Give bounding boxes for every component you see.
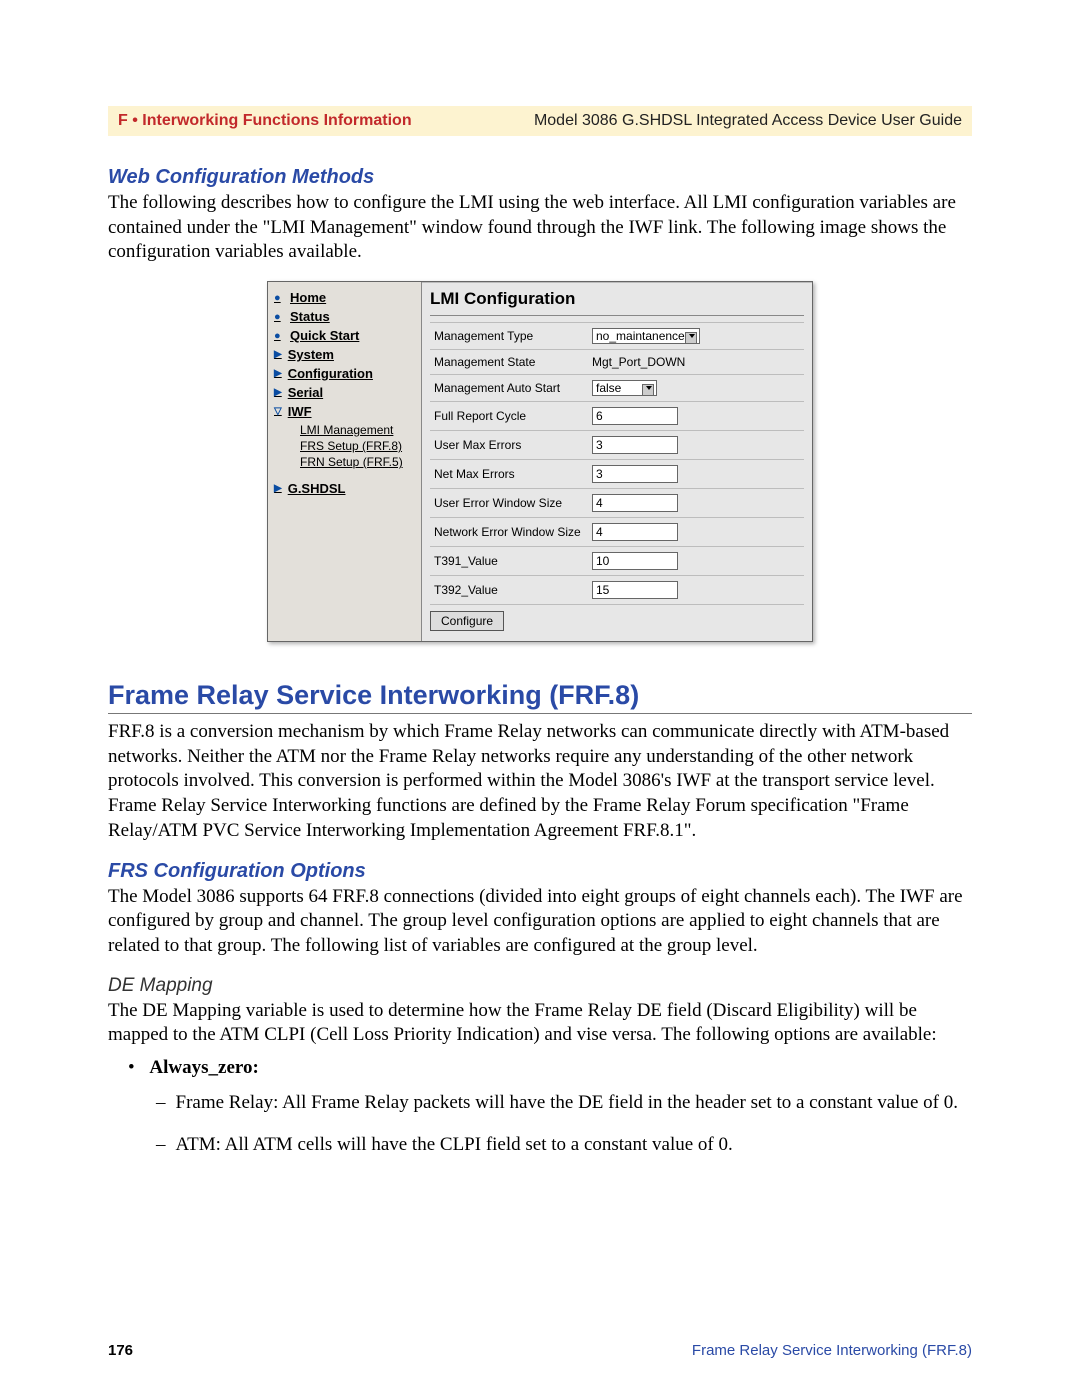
nav-home[interactable]: ● Home: [274, 290, 415, 305]
row-user-max-err: User Max Errors: [430, 431, 804, 460]
nav-system-label: System: [288, 347, 334, 362]
nav-home-label: Home: [290, 290, 326, 305]
section-web-config-body: The following describes how to configure…: [108, 191, 972, 265]
input-net-err-win[interactable]: [592, 523, 678, 541]
bullet-icon: ●: [274, 292, 284, 304]
section-web-config-title: Web Configuration Methods: [108, 166, 972, 189]
nav-iwf-label: IWF: [288, 404, 312, 419]
divider: [430, 315, 804, 316]
nav-gshdsl[interactable]: ▶ G.SHDSL: [274, 481, 415, 496]
row-auto-start: Management Auto Start false: [430, 375, 804, 402]
section-frs-options-title: FRS Configuration Options: [108, 860, 972, 883]
panel-title: LMI Configuration: [430, 289, 804, 315]
chevron-down-icon: [646, 386, 652, 390]
section-frs-options-body: The Model 3086 supports 64 FRF.8 connect…: [108, 885, 972, 959]
triangle-right-icon: ▶: [274, 349, 282, 360]
label-user-err-win: User Error Window Size: [430, 489, 588, 518]
value-mgmt-state: Mgt_Port_DOWN: [588, 350, 804, 375]
lmi-config-screenshot: ● Home ● Status ● Quick Start ▶ System ▶ Conf…: [267, 281, 813, 642]
config-table: Management Type no_maintanence Managemen…: [430, 322, 804, 605]
section-de-mapping-title: DE Mapping: [108, 975, 972, 997]
nav-config-label: Configuration: [288, 366, 373, 381]
input-net-max-err[interactable]: [592, 465, 678, 483]
nav-quick-start[interactable]: ● Quick Start: [274, 328, 415, 343]
section-frf8-body: FRF.8 is a conversion mechanism by which…: [108, 720, 972, 843]
nav-iwf[interactable]: ▽ IWF: [274, 404, 415, 419]
footer-title: Frame Relay Service Interworking (FRF.8): [692, 1342, 972, 1359]
row-net-max-err: Net Max Errors: [430, 460, 804, 489]
triangle-right-icon: ▶: [274, 387, 282, 398]
triangle-down-icon: ▽: [274, 406, 282, 417]
nav-gshdsl-label: G.SHDSL: [288, 481, 346, 496]
nav-sub-frs[interactable]: FRS Setup (FRF.8): [300, 439, 415, 453]
config-panel: LMI Configuration Management Type no_mai…: [422, 282, 812, 641]
nav-sub-frn[interactable]: FRN Setup (FRF.5): [300, 455, 415, 469]
nav-panel: ● Home ● Status ● Quick Start ▶ System ▶ Conf…: [268, 282, 422, 641]
row-user-err-win: User Error Window Size: [430, 489, 804, 518]
bullet-icon: ●: [274, 330, 284, 342]
label-user-max-err: User Max Errors: [430, 431, 588, 460]
row-t391: T391_Value: [430, 547, 804, 576]
input-user-err-win[interactable]: [592, 494, 678, 512]
chevron-down-icon: [689, 334, 695, 338]
section-de-mapping-body: The DE Mapping variable is used to deter…: [108, 999, 972, 1048]
label-mgmt-type: Management Type: [430, 323, 588, 350]
nav-serial[interactable]: ▶ Serial: [274, 385, 415, 400]
bullet-always-zero: Always_zero: Frame Relay: All Frame Rela…: [128, 1054, 972, 1159]
nav-status-label: Status: [290, 309, 330, 324]
select-mgmt-type-value: no_maintanence: [596, 329, 685, 343]
configure-button[interactable]: Configure: [430, 611, 504, 631]
label-net-err-win: Network Error Window Size: [430, 518, 588, 547]
nav-system[interactable]: ▶ System: [274, 347, 415, 362]
nav-sub-lmi[interactable]: LMI Management: [300, 423, 415, 437]
bullet-icon: ●: [274, 311, 284, 323]
nav-status[interactable]: ● Status: [274, 309, 415, 324]
input-t392[interactable]: [592, 581, 678, 599]
input-full-report[interactable]: [592, 407, 678, 425]
row-mgmt-state: Management State Mgt_Port_DOWN: [430, 350, 804, 375]
header-right: Model 3086 G.SHDSL Integrated Access Dev…: [534, 112, 962, 130]
section-frf8-title: Frame Relay Service Interworking (FRF.8): [108, 680, 972, 714]
document-page: F • Interworking Functions Information M…: [0, 0, 1080, 1397]
row-mgmt-type: Management Type no_maintanence: [430, 323, 804, 350]
select-auto-start[interactable]: false: [592, 380, 657, 396]
label-t391: T391_Value: [430, 547, 588, 576]
label-auto-start: Management Auto Start: [430, 375, 588, 402]
label-full-report: Full Report Cycle: [430, 402, 588, 431]
page-footer: 176 Frame Relay Service Interworking (FR…: [108, 1342, 972, 1359]
input-t391[interactable]: [592, 552, 678, 570]
dash-atm: ATM: All ATM cells will have the CLPI fi…: [156, 1131, 972, 1159]
dash-frame-relay: Frame Relay: All Frame Relay packets wil…: [156, 1089, 972, 1117]
page-number: 176: [108, 1342, 133, 1359]
triangle-right-icon: ▶: [274, 368, 282, 379]
bullet-always-zero-label: Always_zero:: [149, 1057, 258, 1078]
label-t392: T392_Value: [430, 576, 588, 605]
nav-quick-label: Quick Start: [290, 328, 359, 343]
select-auto-start-value: false: [596, 381, 621, 395]
input-user-max-err[interactable]: [592, 436, 678, 454]
select-mgmt-type[interactable]: no_maintanence: [592, 328, 700, 344]
row-t392: T392_Value: [430, 576, 804, 605]
bullet-list: Always_zero: Frame Relay: All Frame Rela…: [108, 1054, 972, 1159]
label-mgmt-state: Management State: [430, 350, 588, 375]
label-net-max-err: Net Max Errors: [430, 460, 588, 489]
row-full-report: Full Report Cycle: [430, 402, 804, 431]
dash-list: Frame Relay: All Frame Relay packets wil…: [128, 1089, 972, 1158]
row-net-err-win: Network Error Window Size: [430, 518, 804, 547]
nav-serial-label: Serial: [288, 385, 323, 400]
page-header: F • Interworking Functions Information M…: [108, 106, 972, 136]
triangle-right-icon: ▶: [274, 483, 282, 494]
nav-configuration[interactable]: ▶ Configuration: [274, 366, 415, 381]
header-left: F • Interworking Functions Information: [118, 112, 412, 130]
